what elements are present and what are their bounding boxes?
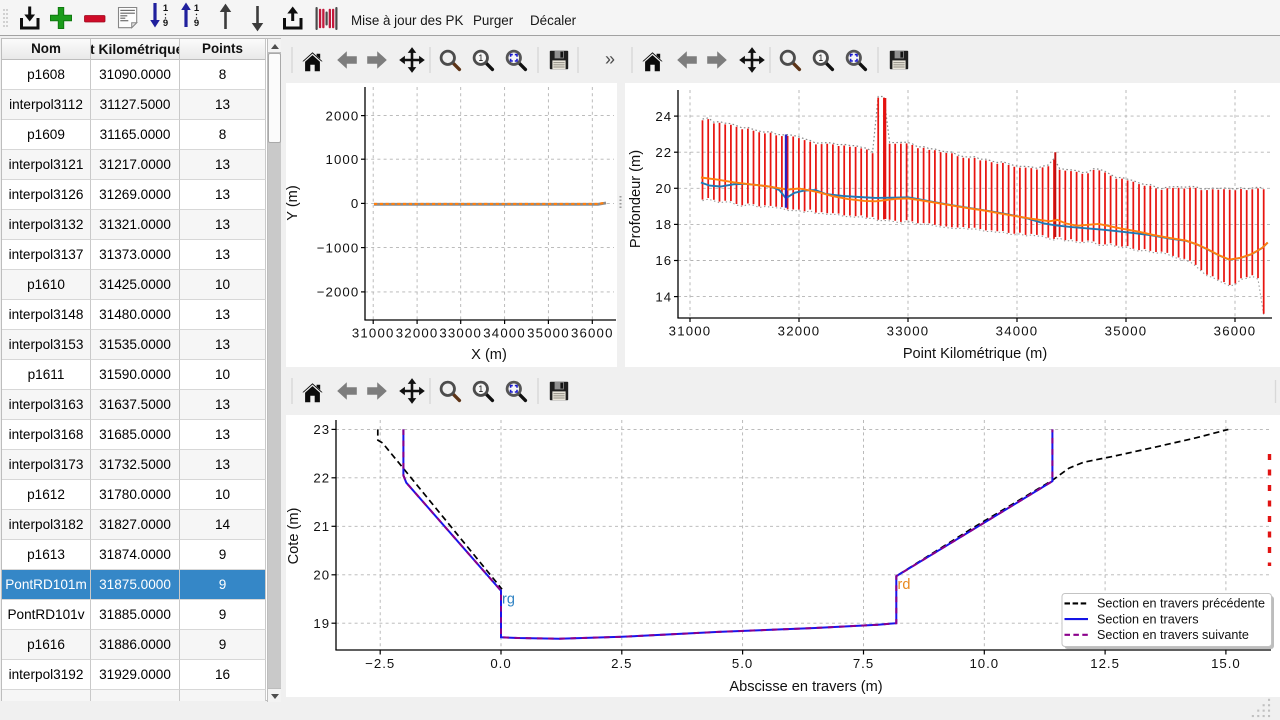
svg-text:14: 14 [655, 289, 672, 304]
svg-text:1000: 1000 [326, 152, 360, 167]
svg-text:31000: 31000 [669, 324, 712, 339]
svg-text:Y (m): Y (m) [285, 185, 301, 220]
svg-text:22: 22 [313, 471, 330, 486]
svg-text:7.5: 7.5 [853, 656, 874, 671]
svg-text:12.5: 12.5 [1090, 656, 1120, 671]
svg-text:1: 1 [163, 3, 169, 14]
svg-text:rd: rd [898, 577, 911, 593]
svg-text:10.0: 10.0 [969, 656, 999, 671]
svg-text:20: 20 [313, 568, 330, 583]
svg-text:Purger: Purger [473, 13, 514, 28]
svg-text:33000: 33000 [439, 326, 482, 341]
svg-text:18: 18 [655, 217, 672, 232]
svg-text:2.5: 2.5 [611, 656, 632, 671]
svg-text:2000: 2000 [326, 108, 360, 123]
svg-text:32000: 32000 [778, 324, 821, 339]
svg-text:35000: 35000 [1105, 324, 1148, 339]
svg-text:Abscisse en travers (m): Abscisse en travers (m) [729, 679, 882, 695]
svg-text:rg: rg [502, 592, 515, 608]
svg-text:Mise à jour des PK: Mise à jour des PK [351, 13, 463, 28]
svg-text:22: 22 [655, 145, 672, 160]
svg-text:−2.5: −2.5 [365, 656, 395, 671]
svg-text:20: 20 [655, 181, 672, 196]
svg-text:15.0: 15.0 [1211, 656, 1241, 671]
svg-text:36000: 36000 [571, 326, 614, 341]
svg-text:34000: 34000 [483, 326, 526, 341]
svg-text:»: » [605, 49, 615, 69]
svg-text:9: 9 [194, 18, 199, 29]
svg-text:−1000: −1000 [317, 240, 360, 255]
svg-text:1: 1 [194, 3, 200, 14]
svg-text:34000: 34000 [996, 324, 1039, 339]
svg-text:24: 24 [655, 109, 672, 124]
svg-text:31000: 31000 [352, 326, 395, 341]
svg-text:36000: 36000 [1214, 324, 1257, 339]
svg-text:−2000: −2000 [317, 285, 360, 300]
svg-text:Section en travers: Section en travers [1097, 612, 1199, 626]
svg-text:0: 0 [351, 196, 359, 211]
svg-text:19: 19 [313, 616, 330, 631]
svg-text:23: 23 [313, 422, 330, 437]
svg-text:32000: 32000 [396, 326, 439, 341]
svg-text:Section en travers suivante: Section en travers suivante [1097, 628, 1249, 642]
svg-text:35000: 35000 [527, 326, 570, 341]
svg-text:X (m): X (m) [471, 347, 507, 363]
svg-text:Point Kilométrique (m): Point Kilométrique (m) [903, 346, 1047, 362]
svg-text:5.0: 5.0 [732, 656, 753, 671]
svg-text:Cote (m): Cote (m) [286, 508, 302, 565]
svg-text:Décaler: Décaler [530, 13, 577, 28]
svg-text:Profondeur (m): Profondeur (m) [628, 150, 644, 248]
svg-text:Section en travers précédente: Section en travers précédente [1097, 597, 1265, 611]
svg-text:33000: 33000 [887, 324, 930, 339]
svg-text:0.0: 0.0 [490, 656, 511, 671]
svg-text:9: 9 [163, 18, 168, 29]
svg-text:21: 21 [313, 519, 330, 534]
svg-text:16: 16 [655, 253, 672, 268]
